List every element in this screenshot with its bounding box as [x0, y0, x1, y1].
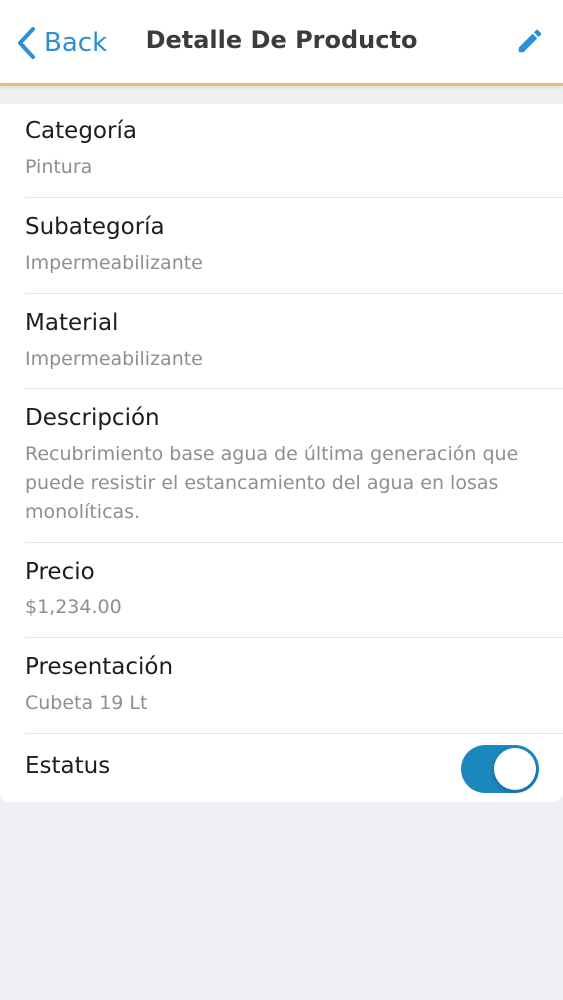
status-toggle[interactable]: [461, 745, 539, 793]
field-label: Descripción: [25, 405, 160, 431]
chevron-left-icon: [18, 27, 35, 59]
field-value: Cubeta 19 Lt: [25, 692, 148, 714]
field-row-subcategoria: Subategoría Impermeabilizante: [0, 198, 563, 294]
field-label: Subategoría: [25, 214, 165, 240]
edit-button[interactable]: [515, 26, 545, 56]
field-row-categoria: Categoría Pintura: [0, 104, 563, 198]
field-value: Impermeabilizante: [25, 252, 203, 274]
back-button[interactable]: Back: [16, 22, 107, 64]
field-row-precio: Precio $1,234.00: [0, 543, 563, 638]
field-value: Impermeabilizante: [25, 348, 203, 370]
field-row-material: Material Impermeabilizante: [0, 294, 563, 389]
field-value: Recubrimiento base agua de última genera…: [25, 443, 519, 523]
field-label: Categoría: [25, 118, 137, 144]
navigation-bar: Back Detalle De Producto: [0, 0, 563, 86]
field-row-estatus: Estatus: [0, 734, 563, 802]
field-row-descripcion: Descripción Recubrimiento base agua de ú…: [0, 389, 563, 543]
back-label: Back: [44, 28, 108, 58]
field-label: Precio: [25, 559, 95, 585]
field-label: Material: [25, 310, 119, 336]
field-label: Estatus: [25, 753, 111, 779]
field-value: $1,234.00: [25, 596, 122, 618]
field-value: Pintura: [25, 156, 93, 178]
field-row-presentacion: Presentación Cubeta 19 Lt: [0, 638, 563, 734]
product-detail-list: Categoría Pintura Subategoría Impermeabi…: [0, 104, 563, 802]
field-label: Presentación: [25, 654, 174, 680]
pencil-icon: [518, 29, 542, 53]
toggle-knob: [494, 748, 536, 790]
